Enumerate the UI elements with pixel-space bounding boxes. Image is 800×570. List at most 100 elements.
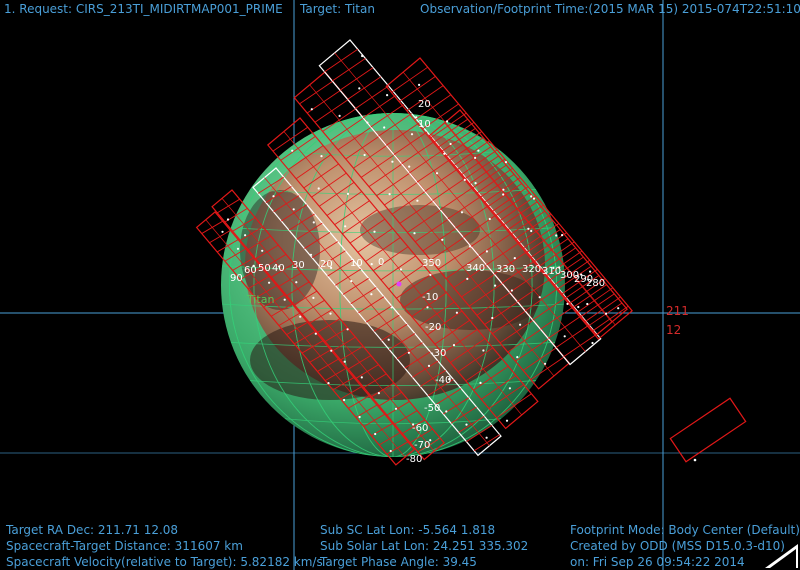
latitude-label: 20 bbox=[418, 99, 431, 110]
sample-dot bbox=[510, 289, 513, 292]
sample-dot bbox=[617, 307, 620, 310]
sample-dot bbox=[505, 419, 509, 422]
longitude-label: 30 bbox=[292, 260, 305, 271]
sample-dot bbox=[358, 415, 361, 419]
sub-sc-lat-lon: Sub SC Lat Lon: -5.564 1.818 bbox=[320, 523, 496, 537]
sample-dot bbox=[344, 225, 347, 228]
sample-dot bbox=[408, 165, 411, 168]
sample-dot bbox=[388, 193, 391, 196]
longitude-label: 310 bbox=[542, 266, 561, 277]
sample-dot bbox=[236, 247, 240, 250]
longitude-label: 40 bbox=[272, 263, 285, 274]
sample-dot bbox=[360, 376, 363, 379]
sample-dot bbox=[479, 381, 482, 384]
sample-dot bbox=[358, 87, 361, 90]
longitude-label: 280 bbox=[586, 278, 605, 289]
sample-dot bbox=[390, 306, 393, 309]
sample-dot bbox=[502, 193, 505, 196]
pointing-dec: 12 bbox=[666, 323, 682, 337]
sample-dot bbox=[561, 234, 564, 237]
spacecraft-target-distance: Spacecraft-Target Distance: 311607 km bbox=[6, 539, 243, 553]
sample-dot bbox=[363, 153, 366, 157]
sample-dot bbox=[373, 230, 376, 233]
corner-arrow-icon bbox=[765, 544, 798, 568]
sample-dot bbox=[577, 305, 580, 309]
sample-dot bbox=[295, 281, 298, 284]
sample-dot bbox=[383, 126, 386, 129]
sample-dot bbox=[338, 114, 341, 117]
sample-dot bbox=[445, 410, 448, 413]
sub-solar-lat-lon: Sub Solar Lat Lon: 24.251 335.302 bbox=[320, 539, 529, 553]
sample-dot bbox=[474, 156, 477, 159]
latitude-label: -20 bbox=[425, 322, 441, 333]
sample-dot bbox=[427, 364, 431, 367]
sample-dot bbox=[386, 94, 389, 97]
sample-dot bbox=[566, 302, 569, 305]
sample-dot bbox=[605, 312, 608, 315]
latitude-label: -60 bbox=[412, 423, 428, 434]
sample-dot bbox=[452, 344, 456, 347]
target-name: Target: Titan bbox=[300, 2, 375, 16]
sample-dot bbox=[494, 284, 497, 287]
latitude-label: 10 bbox=[418, 119, 431, 130]
sample-dot bbox=[527, 227, 530, 230]
sample-dot bbox=[346, 192, 350, 195]
longitude-label: 60 bbox=[244, 265, 257, 276]
sample-dot bbox=[504, 161, 508, 164]
titan-label: Titan bbox=[247, 293, 275, 306]
latitude-label: -40 bbox=[435, 375, 451, 386]
sample-dot bbox=[314, 332, 317, 335]
sample-dot bbox=[407, 351, 410, 354]
spacecraft-velocity: Spacecraft Velocity(relative to Target):… bbox=[6, 555, 323, 569]
sample-dot bbox=[446, 120, 449, 123]
sample-dot bbox=[466, 277, 469, 280]
sample-dot bbox=[519, 323, 522, 326]
sample-dot bbox=[309, 253, 313, 256]
sample-dot bbox=[366, 121, 369, 124]
sample-dot bbox=[589, 270, 592, 273]
sample-dot bbox=[591, 341, 594, 345]
sample-dot bbox=[477, 149, 480, 152]
sample-dot bbox=[317, 187, 320, 190]
footprint-mode: Footprint Mode: Body Center (Default) bbox=[570, 523, 800, 537]
latitude-label: -10 bbox=[422, 292, 438, 303]
sample-dot bbox=[312, 221, 315, 224]
longitude-label: 350 bbox=[422, 258, 441, 269]
sample-dot bbox=[244, 234, 247, 237]
latitude-label: -80 bbox=[406, 454, 422, 465]
sample-dot bbox=[491, 316, 494, 320]
sample-dot bbox=[532, 197, 536, 200]
longitude-label: 0 bbox=[378, 257, 384, 268]
sample-dot bbox=[469, 245, 472, 248]
sample-dot bbox=[377, 392, 380, 395]
sample-dot bbox=[586, 302, 589, 306]
latitude-label: -50 bbox=[424, 403, 440, 414]
sample-dot bbox=[530, 195, 533, 198]
sample-dot bbox=[474, 182, 477, 185]
sample-dot bbox=[502, 188, 505, 191]
sample-dot bbox=[320, 155, 323, 158]
pointing-ra: 211 bbox=[666, 304, 689, 318]
sample-dot bbox=[261, 249, 264, 252]
sample-dot bbox=[508, 387, 511, 390]
longitude-label: 90 bbox=[230, 273, 243, 284]
observation-time: Observation/Footprint Time:(2015 MAR 15)… bbox=[420, 2, 800, 16]
sample-dot bbox=[350, 280, 353, 283]
sample-dot bbox=[283, 298, 286, 301]
sample-dot bbox=[429, 273, 432, 276]
isolated-footprint bbox=[669, 397, 747, 463]
sample-dot bbox=[394, 407, 398, 410]
sample-dot bbox=[485, 250, 488, 253]
sample-dot bbox=[310, 108, 313, 111]
sample-dot bbox=[482, 349, 485, 352]
sample-dot bbox=[513, 257, 516, 260]
sample-dot bbox=[226, 218, 230, 221]
sample-dot bbox=[370, 263, 373, 266]
longitude-label: 20 bbox=[320, 259, 333, 270]
sample-dot bbox=[343, 398, 346, 402]
sample-dot bbox=[455, 311, 458, 314]
sample-dot bbox=[370, 293, 373, 296]
sample-dot bbox=[221, 230, 224, 233]
sample-dot bbox=[361, 54, 364, 58]
longitude-label: 50 bbox=[258, 263, 271, 274]
